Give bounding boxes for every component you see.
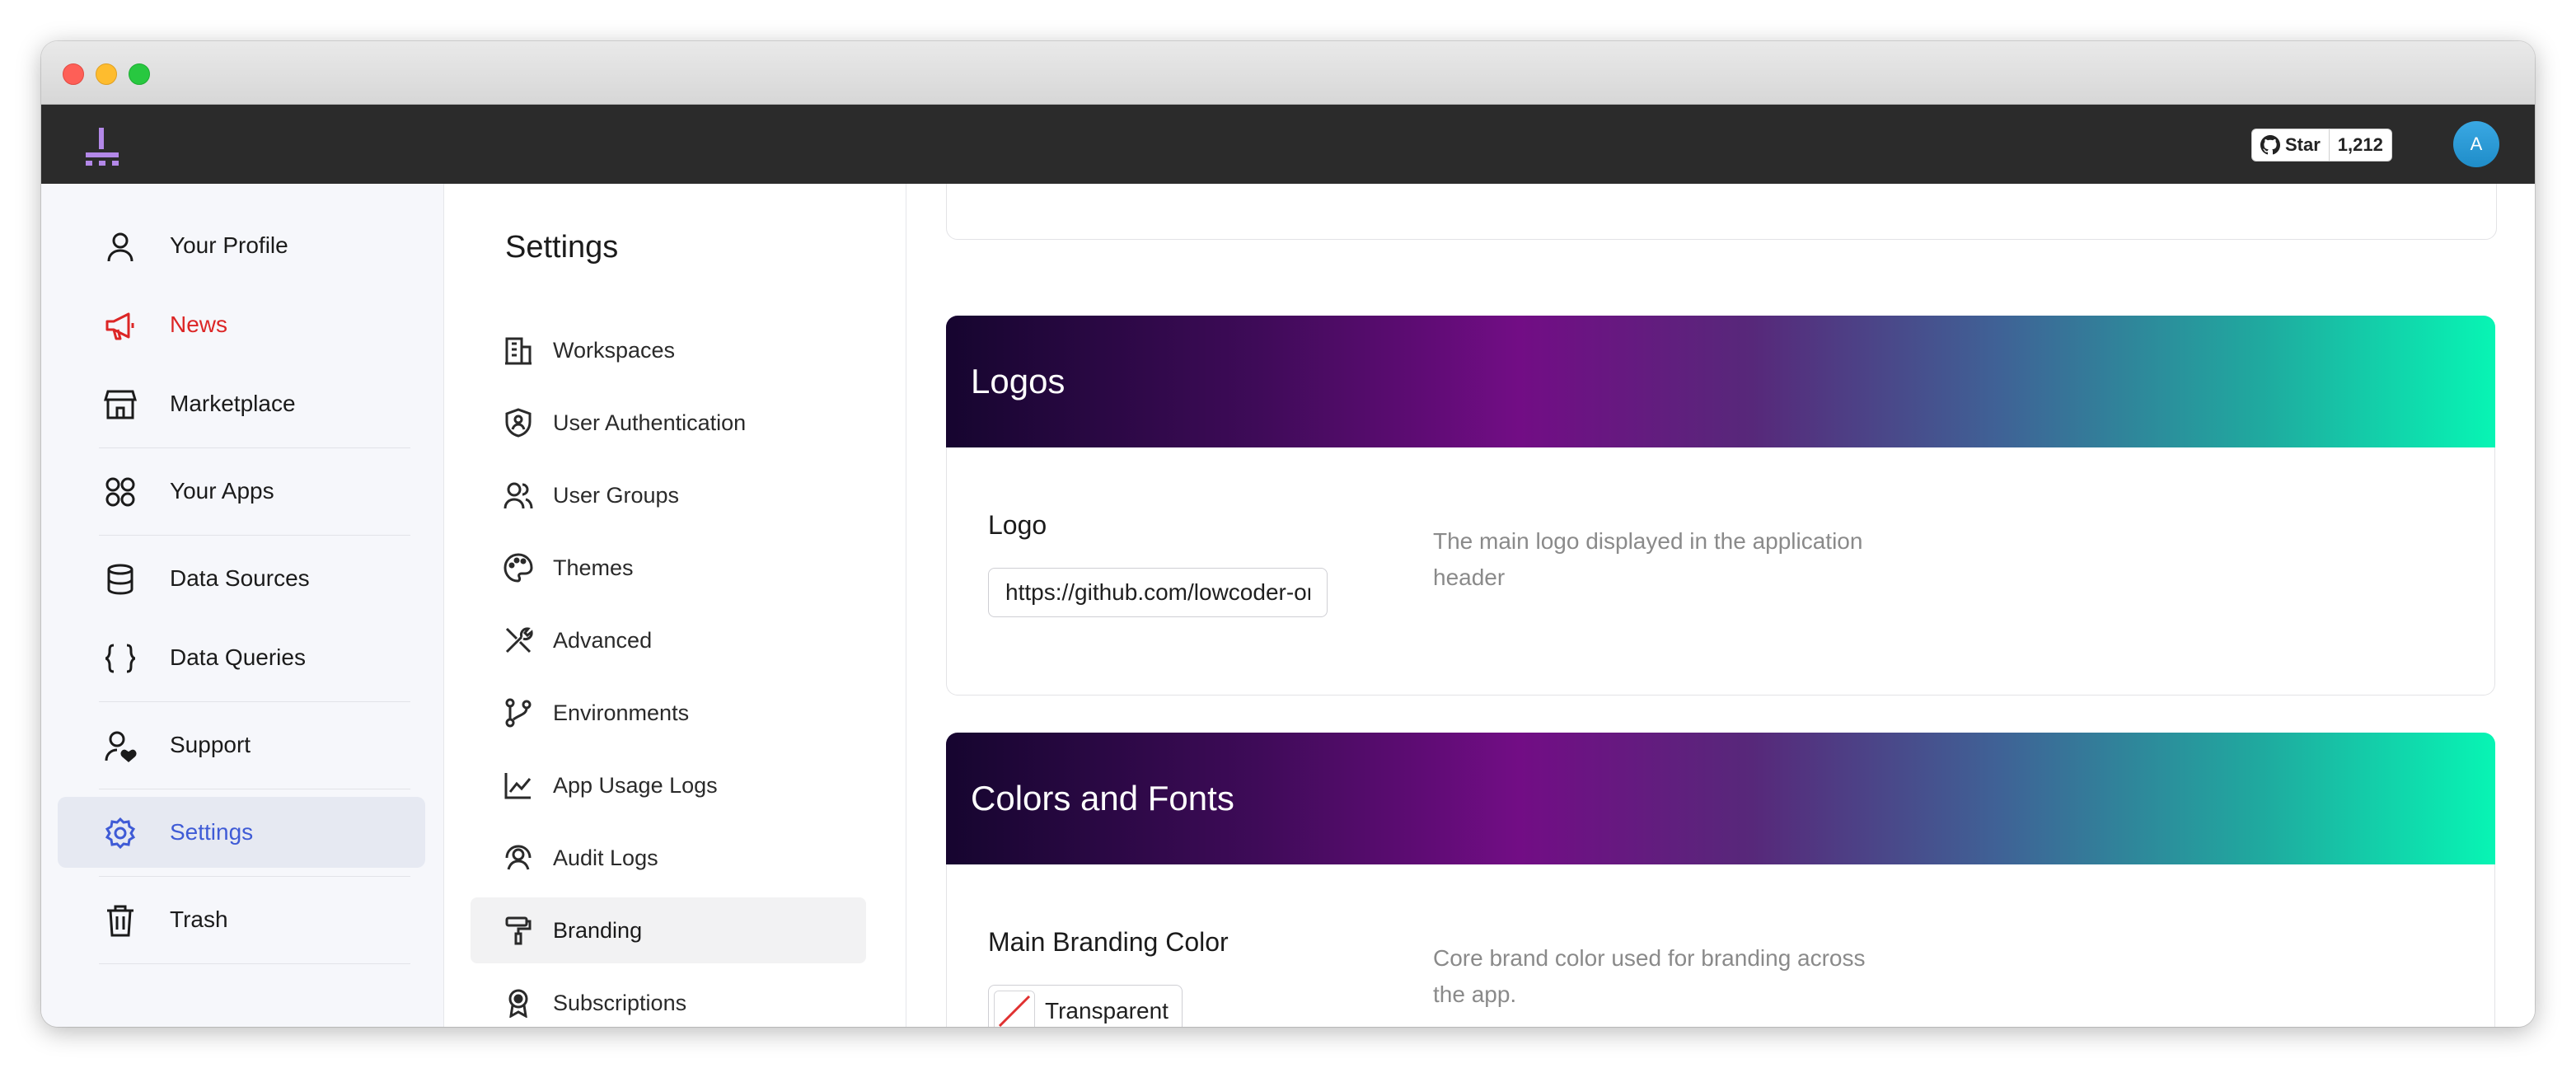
settings-item-subscriptions[interactable]: Subscriptions — [471, 970, 866, 1027]
sidebar-item-support[interactable]: Support — [58, 710, 425, 780]
braces-icon — [105, 644, 136, 673]
sidebar-item-your-profile[interactable]: Your Profile — [58, 210, 425, 281]
settings-item-label: Advanced — [553, 627, 653, 653]
logos-section: Logos Logo The main logo displayed in th… — [946, 316, 2495, 696]
sidebar-item-news[interactable]: News — [58, 289, 425, 360]
branding-content: Logos Logo The main logo displayed in th… — [906, 184, 2535, 1027]
tools-icon — [505, 627, 533, 653]
users-icon — [503, 482, 533, 509]
sidebar-divider — [99, 963, 410, 964]
settings-item-label: Audit Logs — [553, 845, 658, 870]
main-branding-color-label: Main Branding Color — [988, 927, 1229, 957]
window-titlebar — [41, 41, 2535, 105]
sidebar-divider — [99, 447, 410, 448]
transparent-swatch-icon — [994, 991, 1035, 1027]
user-circle-icon — [505, 845, 532, 870]
previous-section-card — [946, 184, 2497, 240]
settings-item-user-groups[interactable]: User Groups — [471, 462, 866, 528]
sidebar-item-data-sources[interactable]: Data Sources — [58, 543, 425, 614]
settings-item-label: User Groups — [553, 482, 680, 508]
app-window: Star 1,212 A Your Profile News Marketpla… — [41, 41, 2535, 1027]
settings-item-label: Environments — [553, 700, 690, 725]
colors-fonts-section-body: Main Branding Color Transparent Core bra… — [946, 864, 2495, 1027]
maximize-window-button[interactable] — [129, 63, 150, 85]
section-title: Colors and Fonts — [971, 779, 1234, 817]
sidebar-item-label: Data Sources — [170, 565, 310, 591]
colors-fonts-section-header: Colors and Fonts — [946, 733, 2495, 864]
settings-item-audit-logs[interactable]: Audit Logs — [471, 825, 866, 891]
settings-item-label: App Usage Logs — [553, 772, 718, 798]
section-title: Logos — [971, 362, 1066, 400]
minimize-window-button[interactable] — [96, 63, 117, 85]
settings-item-workspaces[interactable]: Workspaces — [471, 317, 866, 383]
logo-field-label: Logo — [988, 510, 1047, 540]
sidebar-item-your-apps[interactable]: Your Apps — [58, 456, 425, 527]
settings-item-environments[interactable]: Environments — [471, 680, 866, 746]
megaphone-icon — [105, 312, 134, 340]
settings-item-app-usage-logs[interactable]: App Usage Logs — [471, 752, 866, 818]
database-icon — [107, 564, 133, 595]
sidebar-divider — [99, 535, 410, 536]
settings-item-user-authentication[interactable]: User Authentication — [471, 390, 866, 456]
settings-title: Settings — [505, 230, 619, 265]
github-icon — [2260, 135, 2280, 155]
sidebar-item-label: Data Queries — [170, 644, 306, 670]
settings-item-label: Branding — [553, 917, 643, 943]
sidebar-item-label: Your Profile — [170, 232, 288, 258]
store-icon — [104, 390, 137, 419]
settings-item-label: Workspaces — [553, 337, 676, 363]
sidebar-item-label: Marketplace — [170, 391, 296, 416]
badge-icon — [508, 989, 528, 1018]
main-branding-color-description: Core brand color used for branding acros… — [1433, 945, 1866, 1007]
logo-field-description: The main logo displayed in the applicati… — [1433, 528, 1863, 590]
sidebar-item-label: News — [170, 312, 228, 337]
logo-url-input[interactable] — [988, 568, 1328, 617]
sidebar-item-label: Support — [170, 732, 251, 757]
trash-icon — [107, 905, 133, 937]
palette-icon — [503, 553, 533, 583]
settings-item-label: Themes — [553, 555, 634, 580]
sidebar-item-label: Trash — [170, 906, 228, 932]
top-navbar: Star 1,212 A — [41, 105, 2535, 184]
primary-sidebar: Your Profile News Marketplace Your Apps … — [41, 184, 444, 1027]
settings-item-branding[interactable]: Branding — [471, 897, 866, 963]
logos-section-body: Logo The main logo displayed in the appl… — [946, 447, 2495, 696]
close-window-button[interactable] — [63, 63, 84, 85]
sidebar-item-data-queries[interactable]: Data Queries — [58, 622, 425, 693]
main-branding-color-picker[interactable]: Transparent — [988, 985, 1183, 1027]
settings-item-advanced[interactable]: Advanced — [471, 607, 866, 673]
brand-logo-icon[interactable] — [82, 126, 122, 166]
paint-roller-icon — [505, 916, 532, 945]
gear-icon — [105, 817, 136, 850]
sidebar-item-trash[interactable]: Trash — [58, 884, 425, 955]
settings-item-label: User Authentication — [553, 410, 747, 435]
sidebar-item-marketplace[interactable]: Marketplace — [58, 368, 425, 439]
avatar-initial: A — [2470, 134, 2483, 154]
color-value-label: Transparent — [1045, 998, 1169, 1024]
user-heart-icon — [105, 731, 137, 762]
github-star-count: 1,212 — [2337, 134, 2383, 155]
git-branch-icon — [505, 698, 532, 728]
settings-nav: Settings Workspaces User Authentication … — [444, 184, 906, 1027]
github-star-label: Star — [2285, 134, 2321, 155]
user-icon — [107, 232, 133, 262]
colors-fonts-section: Colors and Fonts Main Branding Color Tra… — [946, 733, 2495, 1027]
sidebar-divider — [99, 701, 410, 702]
shield-user-icon — [505, 408, 532, 438]
logos-section-header: Logos — [946, 316, 2495, 447]
sidebar-item-label: Settings — [170, 819, 254, 845]
apps-grid-icon — [105, 477, 135, 507]
settings-item-themes[interactable]: Themes — [471, 535, 866, 601]
sidebar-divider — [99, 876, 410, 877]
sidebar-item-label: Your Apps — [170, 478, 274, 504]
github-star-button[interactable]: Star 1,212 — [2251, 129, 2392, 162]
user-avatar[interactable]: A — [2453, 121, 2499, 167]
sidebar-item-settings[interactable]: Settings — [58, 797, 425, 868]
settings-item-label: Subscriptions — [553, 990, 687, 1015]
line-chart-icon — [504, 773, 532, 799]
building-icon — [505, 337, 532, 365]
